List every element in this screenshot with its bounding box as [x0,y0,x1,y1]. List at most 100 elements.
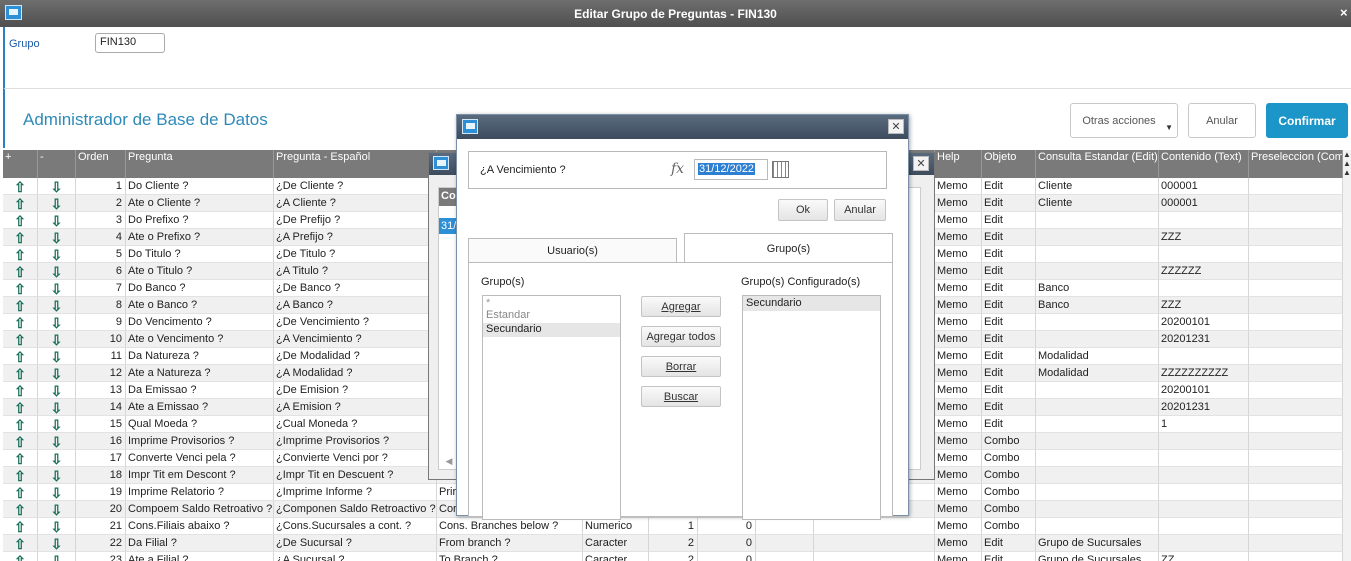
col-header-preseleccion[interactable]: Preseleccion (Com [1249,150,1343,178]
cell-preseleccion[interactable] [1249,450,1343,467]
cell-contenido[interactable]: 20201231 [1159,399,1249,416]
col-header-orden[interactable]: Orden [76,150,126,178]
cell-tamano[interactable]: 1 [649,518,698,535]
move-down-icon[interactable]: ⇩ [38,399,76,416]
move-down-icon[interactable]: ⇩ [38,246,76,263]
grupo-input[interactable]: FIN130 [95,33,165,53]
cell-contenido[interactable]: ZZZZZZZZZZ [1159,365,1249,382]
cell-objeto[interactable]: Edit [982,382,1036,399]
cell-preseleccion[interactable] [1249,433,1343,450]
cell-objeto[interactable]: Combo [982,484,1036,501]
cell-pregunta-es[interactable]: ¿Componen Saldo Retroactivo ? [274,501,437,518]
cell-contenido[interactable]: 20200101 [1159,382,1249,399]
cell-orden[interactable]: 21 [76,518,126,535]
cell-preseleccion[interactable] [1249,178,1343,195]
cell-help[interactable]: Memo [935,280,982,297]
cell-tipo[interactable]: Caracter [583,552,649,561]
cell-orden[interactable]: 11 [76,348,126,365]
move-down-icon[interactable]: ⇩ [38,382,76,399]
col-header-consulta[interactable]: Consulta Estandar (Edit) [1036,150,1159,178]
cell-pregunta[interactable]: Ate o Cliente ? [126,195,274,212]
move-down-icon[interactable]: ⇩ [38,314,76,331]
cell-pregunta-es[interactable]: ¿De Cliente ? [274,178,437,195]
cell-pregunta[interactable]: Compoem Saldo Retroativo ? [126,501,274,518]
calendar-icon[interactable] [772,161,789,178]
cell-help[interactable]: Memo [935,263,982,280]
anular-button[interactable]: Anular [1188,103,1256,138]
cell-objeto[interactable]: Edit [982,246,1036,263]
cell-preseleccion[interactable] [1249,212,1343,229]
cell-objeto[interactable]: Edit [982,314,1036,331]
cell-pregunta-es[interactable]: ¿Imprime Provisorios ? [274,433,437,450]
cell-preseleccion[interactable] [1249,348,1343,365]
cell-pregunta[interactable]: Do Prefixo ? [126,212,274,229]
borrar-button[interactable]: Borrar [641,356,721,377]
move-down-icon[interactable]: ⇩ [38,195,76,212]
scroll-arrows-icon[interactable]: ▲ ▲ ▲ [1343,150,1351,177]
cell-pregunta[interactable]: Da Filial ? [126,535,274,552]
cell-extra2[interactable] [814,518,935,535]
cell-tipo[interactable]: Caracter [583,535,649,552]
cell-pregunta[interactable]: Impr Tit em Descont ? [126,467,274,484]
cell-pregunta[interactable]: Do Banco ? [126,280,274,297]
cell-orden[interactable]: 15 [76,416,126,433]
cell-objeto[interactable]: Edit [982,348,1036,365]
fx-icon[interactable]: fx [671,161,684,177]
cell-pregunta[interactable]: Cons.Filiais abaixo ? [126,518,274,535]
grupos-list[interactable]: * Estandar Secundario [482,295,621,520]
cell-pregunta-es[interactable]: ¿Imprime Informe ? [274,484,437,501]
cell-consulta[interactable] [1036,416,1159,433]
tab-grupos[interactable]: Grupo(s) [684,233,893,263]
cell-orden[interactable]: 22 [76,535,126,552]
cell-preseleccion[interactable] [1249,229,1343,246]
cell-preseleccion[interactable] [1249,552,1343,561]
col-header-objeto[interactable]: Objeto [982,150,1036,178]
cell-consulta[interactable] [1036,246,1159,263]
grid-scrollbar[interactable]: ▲ ▲ ▲ [1343,150,1351,561]
agregar-todos-button[interactable]: Agregar todos [641,326,721,347]
cell-pregunta[interactable]: Do Cliente ? [126,178,274,195]
cell-contenido[interactable]: ZZ [1159,552,1249,561]
move-up-icon[interactable]: ⇧ [3,450,38,467]
cell-pregunta-es[interactable]: ¿Impr Tit en Descuent ? [274,467,437,484]
list-item[interactable]: Secundario [743,296,880,311]
cell-orden[interactable]: 5 [76,246,126,263]
cell-help[interactable]: Memo [935,416,982,433]
cell-contenido[interactable] [1159,348,1249,365]
move-up-icon[interactable]: ⇧ [3,399,38,416]
cell-objeto[interactable]: Edit [982,331,1036,348]
cell-objeto[interactable]: Combo [982,518,1036,535]
cell-orden[interactable]: 9 [76,314,126,331]
cell-orden[interactable]: 3 [76,212,126,229]
cell-preseleccion[interactable] [1249,484,1343,501]
cell-decimal[interactable]: 0 [698,518,756,535]
cell-preseleccion[interactable] [1249,246,1343,263]
move-up-icon[interactable]: ⇧ [3,348,38,365]
cell-preseleccion[interactable] [1249,399,1343,416]
move-down-icon[interactable]: ⇩ [38,348,76,365]
cell-help[interactable]: Memo [935,552,982,561]
cell-objeto[interactable]: Edit [982,229,1036,246]
cell-preseleccion[interactable] [1249,195,1343,212]
cell-objeto[interactable]: Combo [982,467,1036,484]
cell-preseleccion[interactable] [1249,518,1343,535]
cell-consulta[interactable]: Banco [1036,280,1159,297]
cell-pregunta-es[interactable]: ¿A Emision ? [274,399,437,416]
move-down-icon[interactable]: ⇩ [38,535,76,552]
move-down-icon[interactable]: ⇩ [38,229,76,246]
cell-consulta[interactable]: Cliente [1036,178,1159,195]
cell-pregunta-es[interactable]: ¿De Titulo ? [274,246,437,263]
cell-consulta[interactable] [1036,399,1159,416]
cell-objeto[interactable]: Edit [982,212,1036,229]
background-dialog-close-icon[interactable]: ✕ [913,156,929,171]
list-item[interactable]: Estandar [483,309,620,323]
cell-consulta[interactable] [1036,467,1159,484]
cell-pregunta-es[interactable]: ¿De Sucursal ? [274,535,437,552]
cell-tamano[interactable]: 2 [649,535,698,552]
cell-consulta[interactable] [1036,212,1159,229]
cell-contenido[interactable] [1159,450,1249,467]
cell-extra[interactable] [756,535,814,552]
cell-contenido[interactable]: ZZZ [1159,229,1249,246]
cell-pregunta-es[interactable]: ¿De Emision ? [274,382,437,399]
cell-contenido[interactable] [1159,535,1249,552]
